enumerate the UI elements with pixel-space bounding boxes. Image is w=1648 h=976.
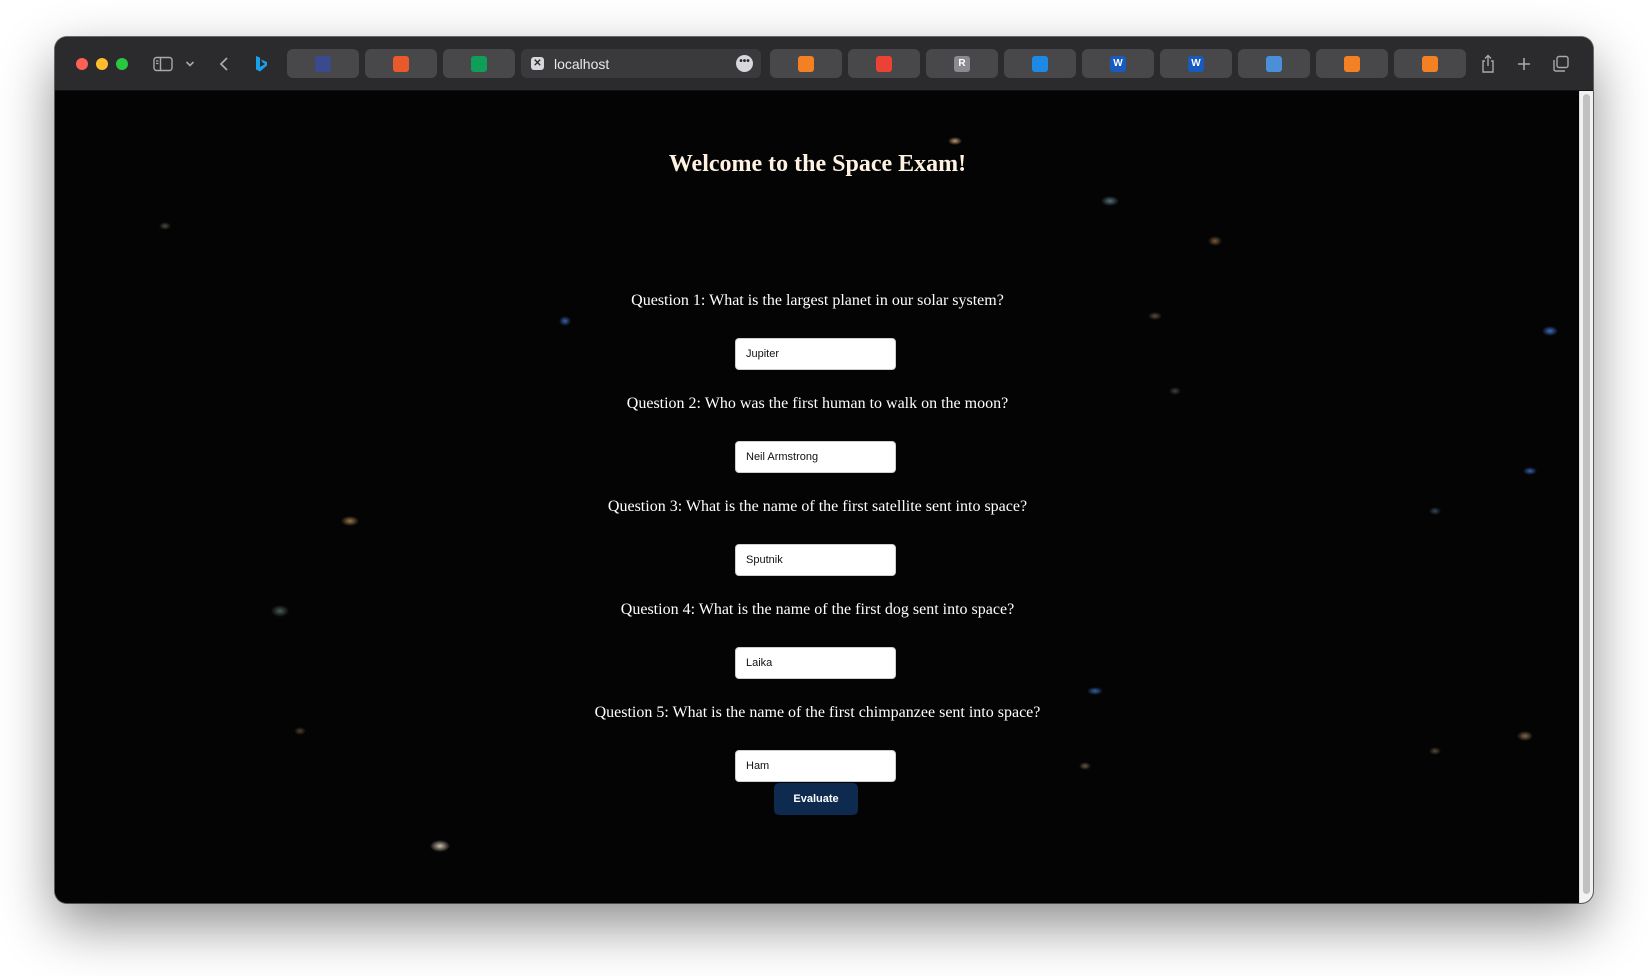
zoom-window-button[interactable] (116, 58, 128, 70)
page-scrollbar[interactable] (1579, 91, 1593, 903)
word-icon: W (1110, 55, 1126, 72)
browser-tab[interactable] (770, 49, 842, 78)
r-icon: R (954, 55, 970, 72)
back-icon[interactable] (217, 52, 231, 76)
question-2-answer-input[interactable] (735, 441, 896, 473)
tab-localhost[interactable]: ✕ localhost ••• (521, 49, 761, 78)
sheets-icon (471, 55, 487, 72)
page-title: Welcome to the Space Exam! (668, 151, 967, 177)
browser-tab[interactable]: R (926, 49, 998, 78)
browser-tab[interactable] (1316, 49, 1388, 78)
browser-tab[interactable]: W (1160, 49, 1232, 78)
tab-title: localhost (554, 55, 610, 72)
question-1-label: Question 1: What is the largest planet i… (631, 292, 1004, 309)
evaluate-button[interactable]: Evaluate (774, 783, 858, 815)
stackoverflow-icon (798, 55, 814, 72)
question-5-label: Question 5: What is the name of the firs… (594, 704, 1041, 721)
browser-window: ✕ localhost ••• R W W Welcome to the Space Ex… (55, 37, 1593, 903)
stackoverflow-icon (1422, 55, 1438, 72)
question-3-answer-input[interactable] (735, 544, 896, 576)
browser-tab[interactable]: W (1082, 49, 1154, 78)
browser-toolbar: ✕ localhost ••• R W W (55, 37, 1593, 91)
bing-icon[interactable] (253, 52, 269, 76)
close-window-button[interactable] (76, 58, 88, 70)
browser-tab[interactable] (443, 49, 515, 78)
colorful-app-icon (393, 55, 409, 72)
onedrive-icon (1032, 55, 1048, 72)
browser-tab[interactable] (287, 49, 359, 78)
stackoverflow-icon (1344, 55, 1360, 72)
magnifier-icon (1266, 55, 1282, 72)
question-4-label: Question 4: What is the name of the firs… (620, 601, 1015, 618)
scrollbar-thumb[interactable] (1583, 94, 1590, 894)
close-tab-icon[interactable]: ✕ (531, 57, 544, 70)
word-icon: W (1188, 55, 1204, 72)
browser-tab[interactable] (848, 49, 920, 78)
sidebar-toggle-icon[interactable] (152, 52, 174, 76)
page-content: Welcome to the Space Exam! Question 1: W… (55, 91, 1580, 903)
question-1-answer-input[interactable] (735, 338, 896, 370)
question-3-label: Question 3: What is the name of the firs… (607, 498, 1028, 515)
document-list-icon (315, 55, 331, 72)
question-5-answer-input[interactable] (735, 750, 896, 782)
browser-tab[interactable] (1238, 49, 1310, 78)
share-icon[interactable] (1479, 52, 1497, 76)
browser-tab[interactable] (1004, 49, 1076, 78)
browser-tab[interactable] (365, 49, 437, 78)
browser-tab[interactable] (1394, 49, 1466, 78)
new-tab-icon[interactable] (1516, 52, 1532, 76)
minimize-window-button[interactable] (96, 58, 108, 70)
gmail-icon (876, 55, 892, 72)
question-2-label: Question 2: Who was the first human to w… (626, 395, 1009, 412)
chevron-down-icon[interactable] (184, 52, 196, 76)
more-icon[interactable]: ••• (736, 55, 753, 72)
question-4-answer-input[interactable] (735, 647, 896, 679)
tab-overview-icon[interactable] (1552, 52, 1570, 76)
